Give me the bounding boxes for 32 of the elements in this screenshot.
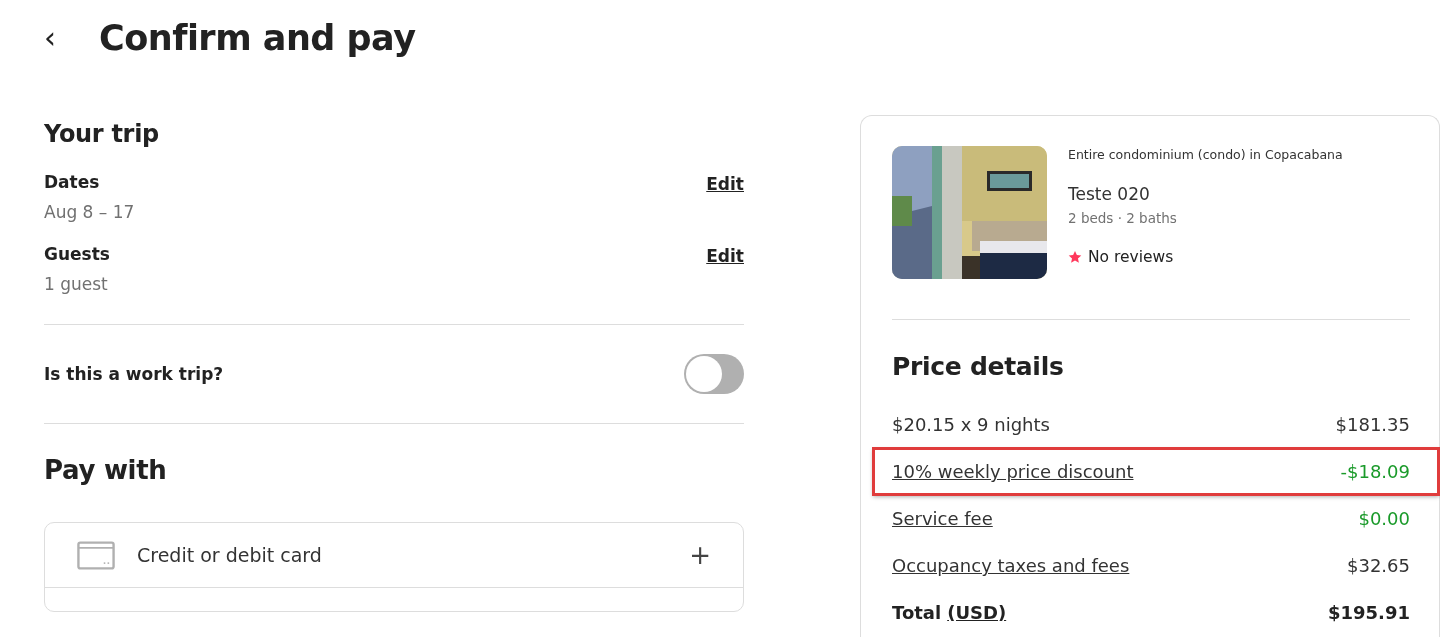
credit-card-icon bbox=[77, 540, 115, 570]
rating-text: No reviews bbox=[1088, 248, 1174, 266]
field-value: Aug 8 – 17 bbox=[44, 202, 135, 222]
edit-link[interactable]: Edit bbox=[706, 174, 744, 194]
edit-link[interactable]: Edit bbox=[706, 246, 744, 266]
section-heading: Your trip bbox=[44, 120, 160, 148]
listing-name: Teste 020 bbox=[1068, 184, 1151, 204]
star-icon bbox=[1068, 250, 1082, 264]
total-amount: $195.91 bbox=[1328, 602, 1410, 623]
currency-link[interactable]: (USD) bbox=[947, 602, 1007, 623]
price-amount: $32.65 bbox=[1347, 555, 1410, 576]
listing-details: 2 beds · 2 baths bbox=[1068, 210, 1178, 226]
back-button[interactable]: ‹ bbox=[36, 23, 99, 53]
price-label: $20.15 x 9 nights bbox=[892, 414, 1050, 435]
question-label: Is this a work trip? bbox=[44, 364, 224, 384]
field-label: Guests bbox=[44, 244, 110, 264]
page-title: Confirm and pay bbox=[99, 18, 416, 58]
toggle-switch[interactable] bbox=[684, 354, 744, 394]
total-label: Total bbox=[892, 602, 942, 623]
add-button[interactable]: + bbox=[689, 540, 711, 570]
section-heading: Price details bbox=[892, 352, 1065, 381]
field-value: 1 guest bbox=[44, 274, 109, 294]
listing-type: Entire condominium (condo) in Copacabana bbox=[1068, 147, 1343, 162]
price-amount: $181.35 bbox=[1335, 414, 1410, 435]
field-label: Dates bbox=[44, 172, 101, 192]
price-amount: $0.00 bbox=[1358, 508, 1410, 529]
price-link[interactable]: Occupancy taxes and fees bbox=[892, 555, 1130, 576]
payment-method-label: Credit or debit card bbox=[137, 544, 323, 566]
section-heading: Pay with bbox=[44, 455, 168, 485]
price-link[interactable]: Service fee bbox=[892, 508, 993, 529]
price-amount: -$18.09 bbox=[1340, 461, 1410, 482]
price-link[interactable]: 10% weekly price discount bbox=[892, 461, 1134, 482]
